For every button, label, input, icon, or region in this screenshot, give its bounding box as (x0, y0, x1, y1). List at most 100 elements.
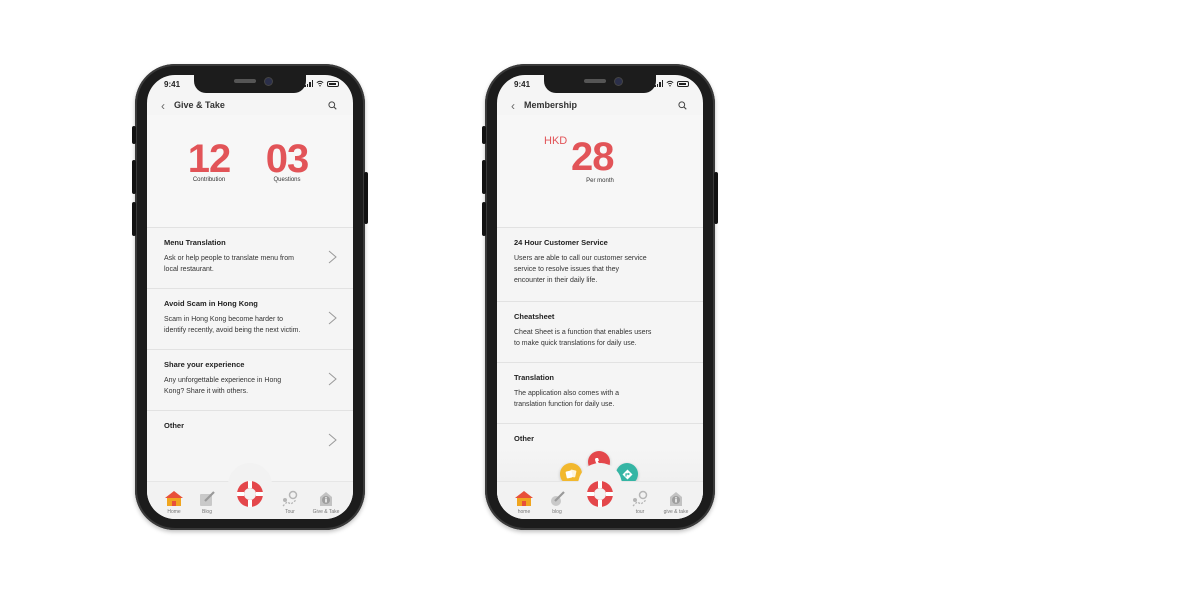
item-description: Scam in Hong Kong become harder to ident… (164, 314, 313, 336)
tab-label: Blog (201, 509, 212, 515)
chevron-left-icon[interactable]: ‹ (161, 99, 165, 113)
notch (194, 75, 306, 93)
tab-label: tour (635, 509, 645, 515)
wifi-icon (666, 80, 674, 87)
nav-header: ‹ Membership (497, 97, 703, 115)
tab-blog[interactable]: blog (539, 490, 575, 515)
direction-icon (622, 469, 632, 479)
page-title: Membership (524, 100, 578, 110)
tab-give-and-take[interactable]: Give & Take (308, 490, 344, 515)
item-description: Users are able to call our customer serv… (514, 253, 663, 286)
notch (544, 75, 656, 93)
map-pin-icon (282, 490, 298, 507)
info-icon (670, 492, 682, 506)
search-icon[interactable] (678, 101, 687, 110)
pen-icon (551, 491, 565, 506)
item-description-line: local restaurant. (164, 266, 214, 273)
item-description: Any unforgettable experience in Hong Kon… (164, 375, 313, 397)
volume-up-button (132, 160, 136, 194)
tab-help[interactable] (582, 479, 618, 509)
volume-up-button (482, 160, 486, 194)
list-item-translation[interactable]: Translation The application also comes w… (497, 362, 703, 423)
price-currency: HKD (544, 135, 568, 147)
mute-switch (132, 126, 136, 144)
tab-label: give & take (663, 509, 689, 515)
list-item-customer-service[interactable]: 24 Hour Customer Service Users are able … (497, 227, 703, 301)
screen: 9:41 ‹ Give & Take 12 Contribution 03 Qu… (147, 75, 353, 519)
chevron-right-icon (328, 250, 337, 264)
stat-contribution: 12 Contribution (183, 137, 235, 183)
tab-tour[interactable]: tour (622, 490, 658, 515)
house-icon (515, 491, 533, 506)
screen: 9:41 ‹ Membership HKD 28 Per month 24 Ho… (497, 75, 703, 519)
mute-switch (482, 126, 486, 144)
item-description-line: Ask or help people to translate menu fro… (164, 255, 294, 262)
lifebuoy-icon (237, 481, 263, 507)
item-description: The application also comes with a transl… (514, 388, 663, 410)
item-description-line: encounter in their daily life. (514, 277, 598, 284)
stat-questions: 03 Questions (261, 137, 313, 183)
item-description-line: The application also comes with a (514, 390, 620, 397)
tab-give-and-take[interactable]: give & take (658, 490, 694, 515)
search-icon[interactable] (328, 101, 337, 110)
volume-down-button (132, 202, 136, 236)
battery-icon (327, 80, 339, 87)
power-button (714, 172, 718, 224)
nav-header: ‹ Give & Take (147, 97, 353, 115)
tab-bar: home blog tour give & take (497, 463, 703, 519)
list-item-share-experience[interactable]: Share your experience Any unforgettable … (147, 349, 353, 410)
stats-panel: 12 Contribution 03 Questions (147, 115, 353, 227)
map-pin-icon (632, 490, 648, 507)
price-amount: 28 (571, 135, 614, 179)
lifebuoy-icon (587, 481, 613, 507)
list-item-avoid-scam[interactable]: Avoid Scam in Hong Kong Scam in Hong Kon… (147, 288, 353, 349)
volume-down-button (482, 202, 486, 236)
list-item-menu-translation[interactable]: Menu Translation Ask or help people to t… (147, 227, 353, 288)
wifi-icon (316, 80, 324, 87)
status-icons (304, 80, 339, 87)
item-title: 24 Hour Customer Service (514, 238, 608, 247)
item-description-line: to make quick translations for daily use… (514, 340, 637, 347)
info-icon (320, 492, 332, 506)
tab-bar: Home Blog Tour Give & Take (147, 463, 353, 519)
speaker (234, 79, 256, 83)
item-description-line: Any unforgettable experience in Hong (164, 377, 282, 384)
tab-help[interactable] (232, 479, 268, 509)
item-description: Cheat Sheet is a function that enables u… (514, 327, 663, 349)
status-time: 9:41 (164, 80, 181, 89)
tab-blog[interactable]: Blog (189, 490, 225, 515)
item-title: Translation (514, 373, 555, 382)
camera (265, 78, 272, 85)
chevron-right-icon (328, 433, 337, 447)
tab-label: home (517, 509, 531, 515)
tab-home[interactable]: Home (156, 490, 192, 515)
phone-give-and-take: 9:41 ‹ Give & Take 12 Contribution 03 Qu… (132, 64, 368, 530)
price-period: Per month (586, 178, 614, 184)
pen-icon (200, 491, 215, 506)
item-title: Cheatsheet (514, 312, 555, 321)
item-description-line: Scam in Hong Kong become harder to (164, 316, 284, 323)
price-panel: HKD 28 Per month (497, 115, 703, 227)
tab-home[interactable]: home (506, 490, 542, 515)
chevron-left-icon[interactable]: ‹ (511, 99, 515, 113)
power-button (364, 172, 368, 224)
status-time: 9:41 (514, 80, 531, 89)
item-title: Menu Translation (164, 238, 226, 247)
list-item-cheatsheet[interactable]: Cheatsheet Cheat Sheet is a function tha… (497, 301, 703, 362)
chevron-right-icon (328, 311, 337, 325)
house-icon (165, 491, 183, 506)
item-title: Other (514, 434, 535, 443)
camera (615, 78, 622, 85)
speaker (584, 79, 606, 83)
tab-tour[interactable]: Tour (272, 490, 308, 515)
tab-label: Give & Take (312, 509, 340, 515)
chevron-right-icon (328, 372, 337, 386)
tab-label: Tour (285, 509, 295, 515)
item-description-line: translation function for daily use. (514, 401, 615, 408)
topic-list: Menu Translation Ask or help people to t… (147, 227, 353, 490)
item-description-line: Kong? Share it with others. (164, 388, 249, 395)
item-description-line: identify recently, avoid being the next … (164, 327, 301, 334)
item-title: Other (164, 421, 185, 430)
item-title: Avoid Scam in Hong Kong (164, 299, 258, 308)
item-description-line: Cheat Sheet is a function that enables u… (514, 329, 652, 336)
